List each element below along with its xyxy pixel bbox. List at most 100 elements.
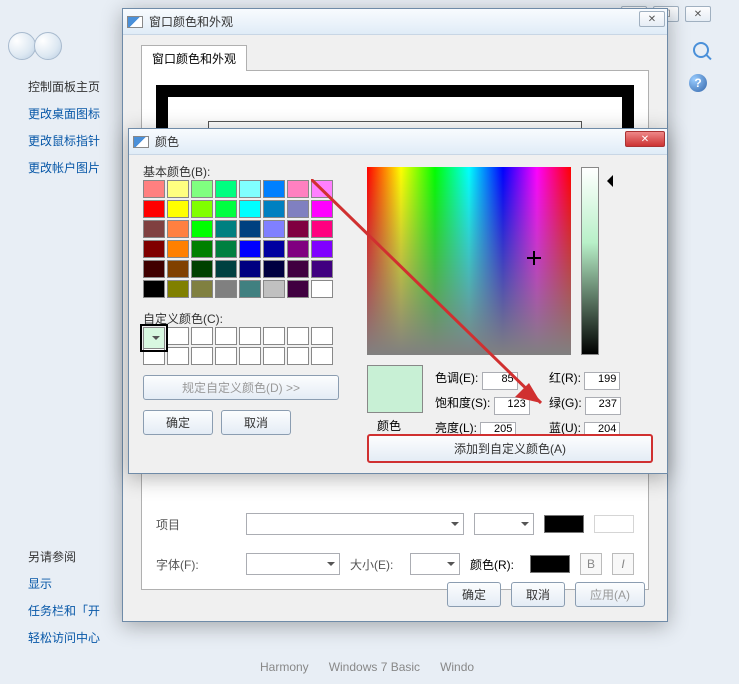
basic-color-swatch[interactable] bbox=[215, 220, 237, 238]
link-desktop-icons[interactable]: 更改桌面图标 bbox=[28, 105, 128, 122]
item-size-select[interactable] bbox=[474, 513, 534, 535]
basic-color-swatch[interactable] bbox=[143, 260, 165, 278]
custom-color-swatch[interactable] bbox=[167, 327, 189, 345]
basic-color-swatch[interactable] bbox=[215, 180, 237, 198]
size-select[interactable] bbox=[410, 553, 460, 575]
link-display[interactable]: 显示 bbox=[28, 575, 128, 592]
basic-color-swatch[interactable] bbox=[143, 240, 165, 258]
cp-home-heading[interactable]: 控制面板主页 bbox=[28, 78, 128, 95]
sat-input[interactable]: 123 bbox=[494, 397, 530, 415]
color-cancel-button[interactable]: 取消 bbox=[221, 410, 291, 435]
basic-color-swatch[interactable] bbox=[167, 220, 189, 238]
basic-color-swatch[interactable] bbox=[167, 180, 189, 198]
custom-color-swatch[interactable] bbox=[215, 327, 237, 345]
basic-color-swatch[interactable] bbox=[191, 220, 213, 238]
font-select[interactable] bbox=[246, 553, 340, 575]
custom-color-swatch[interactable] bbox=[143, 347, 165, 365]
basic-color-swatch[interactable] bbox=[287, 240, 309, 258]
basic-color-swatch[interactable] bbox=[215, 240, 237, 258]
custom-color-swatch[interactable] bbox=[191, 347, 213, 365]
basic-color-swatch[interactable] bbox=[143, 280, 165, 298]
custom-color-swatch[interactable] bbox=[215, 347, 237, 365]
appearance-tab[interactable]: 窗口颜色和外观 bbox=[141, 45, 247, 71]
basic-color-swatch[interactable] bbox=[287, 220, 309, 238]
basic-color-swatch[interactable] bbox=[143, 180, 165, 198]
basic-color-swatch[interactable] bbox=[311, 260, 333, 278]
basic-color-swatch[interactable] bbox=[311, 280, 333, 298]
custom-color-swatch[interactable] bbox=[239, 327, 261, 345]
appearance-cancel-button[interactable]: 取消 bbox=[511, 582, 565, 607]
basic-color-swatch[interactable] bbox=[215, 280, 237, 298]
appearance-ok-button[interactable]: 确定 bbox=[447, 582, 501, 607]
hue-sat-picker[interactable] bbox=[367, 167, 571, 355]
custom-color-swatch[interactable] bbox=[239, 347, 261, 365]
appearance-close-button[interactable]: ✕ bbox=[639, 11, 665, 27]
basic-color-swatch[interactable] bbox=[215, 200, 237, 218]
custom-color-swatch[interactable] bbox=[311, 347, 333, 365]
basic-color-swatch[interactable] bbox=[143, 200, 165, 218]
bg-close-button[interactable]: ✕ bbox=[685, 6, 711, 22]
basic-color-swatch[interactable] bbox=[263, 260, 285, 278]
custom-color-swatch[interactable] bbox=[143, 327, 165, 349]
basic-color-swatch[interactable] bbox=[191, 260, 213, 278]
basic-color-swatch[interactable] bbox=[239, 280, 261, 298]
basic-color-swatch[interactable] bbox=[239, 220, 261, 238]
basic-color-swatch[interactable] bbox=[263, 220, 285, 238]
basic-color-swatch[interactable] bbox=[311, 200, 333, 218]
basic-color-swatch[interactable] bbox=[287, 260, 309, 278]
basic-color-swatch[interactable] bbox=[311, 240, 333, 258]
basic-color-swatch[interactable] bbox=[239, 240, 261, 258]
basic-color-swatch[interactable] bbox=[287, 280, 309, 298]
custom-color-swatch[interactable] bbox=[263, 327, 285, 345]
basic-color-swatch[interactable] bbox=[167, 280, 189, 298]
add-to-custom-button[interactable]: 添加到自定义颜色(A) bbox=[367, 434, 653, 463]
basic-color-swatch[interactable] bbox=[263, 240, 285, 258]
basic-color-swatch[interactable] bbox=[263, 200, 285, 218]
link-mouse-pointers[interactable]: 更改鼠标指针 bbox=[28, 132, 128, 149]
basic-color-swatch[interactable] bbox=[311, 180, 333, 198]
basic-color-swatch[interactable] bbox=[215, 260, 237, 278]
custom-color-swatch[interactable] bbox=[287, 327, 309, 345]
item-select[interactable] bbox=[246, 513, 464, 535]
basic-color-swatch[interactable] bbox=[191, 280, 213, 298]
custom-color-swatch[interactable] bbox=[263, 347, 285, 365]
italic-button[interactable]: I bbox=[612, 553, 634, 575]
search-icon[interactable] bbox=[693, 42, 709, 58]
basic-color-swatch[interactable] bbox=[311, 220, 333, 238]
font-color-swatch[interactable] bbox=[530, 555, 570, 573]
luminance-slider[interactable] bbox=[581, 167, 599, 355]
color2-swatch[interactable] bbox=[594, 515, 634, 533]
basic-color-swatch[interactable] bbox=[191, 200, 213, 218]
define-custom-button[interactable]: 规定自定义颜色(D) >> bbox=[143, 375, 339, 400]
link-account-picture[interactable]: 更改帐户图片 bbox=[28, 159, 128, 176]
basic-color-swatch[interactable] bbox=[287, 180, 309, 198]
basic-color-swatch[interactable] bbox=[167, 200, 189, 218]
basic-color-swatch[interactable] bbox=[263, 180, 285, 198]
appearance-apply-button[interactable]: 应用(A) bbox=[575, 582, 645, 607]
back-button[interactable] bbox=[8, 32, 36, 60]
red-input[interactable]: 199 bbox=[584, 372, 620, 390]
color-close-button[interactable]: ✕ bbox=[625, 131, 665, 147]
basic-color-swatch[interactable] bbox=[239, 180, 261, 198]
forward-button[interactable] bbox=[34, 32, 62, 60]
basic-color-swatch[interactable] bbox=[287, 200, 309, 218]
hue-input[interactable]: 85 bbox=[482, 372, 518, 390]
basic-color-swatch[interactable] bbox=[143, 220, 165, 238]
custom-color-swatch[interactable] bbox=[311, 327, 333, 345]
basic-color-swatch[interactable] bbox=[191, 240, 213, 258]
green-input[interactable]: 237 bbox=[585, 397, 621, 415]
basic-color-swatch[interactable] bbox=[263, 280, 285, 298]
link-ease-access[interactable]: 轻松访问中心 bbox=[28, 629, 128, 646]
custom-color-swatch[interactable] bbox=[287, 347, 309, 365]
color-ok-button[interactable]: 确定 bbox=[143, 410, 213, 435]
link-taskbar[interactable]: 任务栏和「开 bbox=[28, 602, 128, 619]
basic-color-swatch[interactable] bbox=[167, 240, 189, 258]
bold-button[interactable]: B bbox=[580, 553, 602, 575]
basic-color-swatch[interactable] bbox=[239, 200, 261, 218]
help-icon[interactable]: ? bbox=[689, 74, 707, 92]
basic-color-swatch[interactable] bbox=[239, 260, 261, 278]
custom-color-swatch[interactable] bbox=[191, 327, 213, 345]
custom-color-swatch[interactable] bbox=[167, 347, 189, 365]
color1-swatch[interactable] bbox=[544, 515, 584, 533]
basic-color-swatch[interactable] bbox=[167, 260, 189, 278]
